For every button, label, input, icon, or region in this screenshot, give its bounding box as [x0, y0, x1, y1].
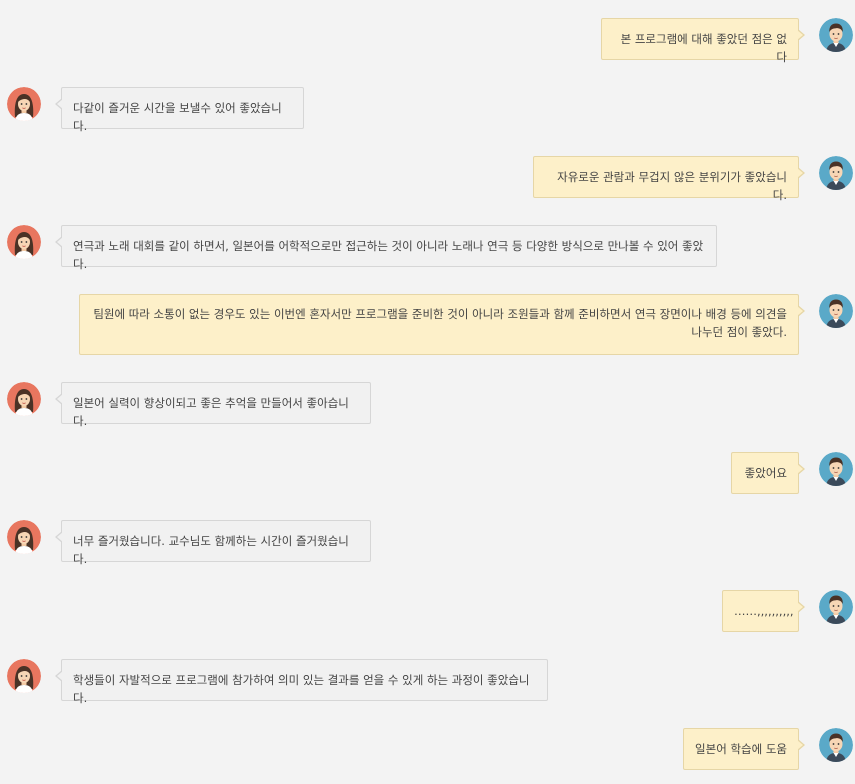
message-bubble: 너무 즐거웠습니다. 교수님도 함께하는 시간이 즐거웠습니다.: [55, 520, 371, 566]
message-bubble: ……,,,,,,,,,,: [722, 590, 805, 632]
message-text: 좋았어요: [744, 466, 787, 480]
chat-thread: 본 프로그램에 대해 좋았던 점은 없다 다같이 즐거운 시간을 보낼수 있어 …: [0, 0, 855, 784]
female-avatar-icon: [7, 225, 41, 259]
message-text: 일본어 실력이 향상이되고 좋은 추억을 만들어서 좋아습니다.: [73, 396, 349, 428]
male-avatar-icon: [819, 156, 853, 190]
message-text: 팀원에 따라 소통이 없는 경우도 있는 이번엔 혼자서만 프로그램을 준비한 …: [93, 307, 787, 339]
message-text: 자유로운 관람과 무겁지 않은 분위기가 좋았습니다.: [557, 170, 787, 202]
message-text: 너무 즐거웠습니다. 교수님도 함께하는 시간이 즐거웠습니다.: [73, 534, 349, 566]
message-bubble: 연극과 노래 대회를 같이 하면서, 일본어를 어학적으로만 접근하는 것이 아…: [55, 225, 717, 271]
message-bubble: 좋았어요: [731, 452, 805, 494]
male-avatar-icon: [819, 728, 853, 762]
message-text: ……,,,,,,,,,,: [734, 604, 794, 618]
female-avatar-icon: [7, 382, 41, 416]
male-avatar-icon: [819, 294, 853, 328]
message-text: 일본어 학습에 도움: [695, 742, 787, 756]
message-bubble: 다같이 즐거운 시간을 보낼수 있어 좋았습니다.: [55, 87, 304, 133]
male-avatar-icon: [819, 18, 853, 52]
message-text: 연극과 노래 대회를 같이 하면서, 일본어를 어학적으로만 접근하는 것이 아…: [73, 239, 704, 271]
female-avatar-icon: [7, 87, 41, 121]
message-bubble: 본 프로그램에 대해 좋았던 점은 없다: [601, 18, 805, 64]
message-bubble: 팀원에 따라 소통이 없는 경우도 있는 이번엔 혼자서만 프로그램을 준비한 …: [79, 294, 805, 355]
message-text: 다같이 즐거운 시간을 보낼수 있어 좋았습니다.: [73, 101, 282, 133]
message-bubble: 일본어 학습에 도움: [683, 728, 805, 770]
male-avatar-icon: [819, 590, 853, 624]
message-bubble: 일본어 실력이 향상이되고 좋은 추억을 만들어서 좋아습니다.: [55, 382, 371, 428]
message-text: 학생들이 자발적으로 프로그램에 참가하여 의미 있는 결과를 얻을 수 있게 …: [73, 673, 530, 705]
female-avatar-icon: [7, 659, 41, 693]
message-bubble: 자유로운 관람과 무겁지 않은 분위기가 좋았습니다.: [533, 156, 805, 202]
message-bubble: 학생들이 자발적으로 프로그램에 참가하여 의미 있는 결과를 얻을 수 있게 …: [55, 659, 548, 705]
female-avatar-icon: [7, 520, 41, 554]
male-avatar-icon: [819, 452, 853, 486]
message-text: 본 프로그램에 대해 좋았던 점은 없다: [620, 32, 787, 64]
